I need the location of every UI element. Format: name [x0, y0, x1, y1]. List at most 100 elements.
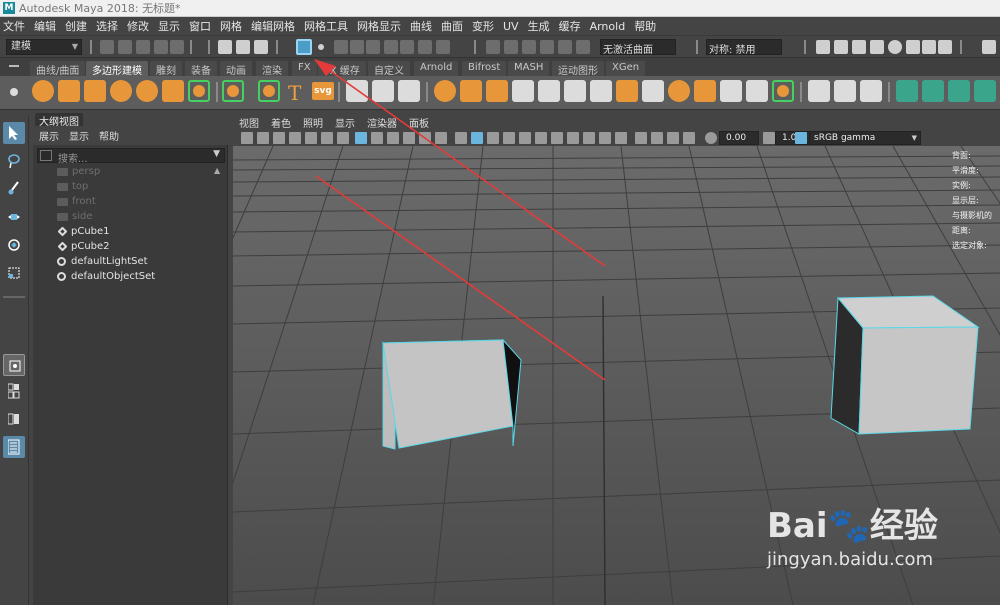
automatic-map-icon[interactable]	[974, 80, 996, 102]
quad-draw-icon[interactable]	[772, 80, 794, 102]
poly-torus-icon[interactable]	[136, 80, 158, 102]
outliner-scrollbar[interactable]: ▲	[214, 166, 222, 596]
cylindrical-map-icon[interactable]	[948, 80, 970, 102]
two-pane-layout-button[interactable]	[3, 408, 25, 430]
outliner-menu-help[interactable]: 帮助	[99, 128, 119, 143]
lasso-tool-button[interactable]	[3, 150, 25, 172]
exposure-field[interactable]: 0.00	[719, 131, 759, 145]
chevron-down-icon[interactable]: ▼	[213, 149, 220, 159]
outliner-menu-show[interactable]: 展示	[39, 128, 59, 143]
snap-to-grid-icon[interactable]	[350, 40, 364, 54]
snap-to-points-icon[interactable]	[296, 39, 312, 55]
make-live-icon[interactable]	[384, 40, 398, 54]
safe-action-icon[interactable]	[419, 132, 431, 144]
outliner-item-top[interactable]: top	[57, 179, 217, 194]
construction-history-icon[interactable]	[504, 40, 518, 54]
menu-file[interactable]: 文件	[3, 18, 25, 34]
outliner-item-front[interactable]: front	[57, 194, 217, 209]
history-icon[interactable]	[486, 40, 500, 54]
shelf-menu-icon[interactable]	[9, 65, 19, 67]
shelf-tab-motion-graphics[interactable]: 运动图形	[552, 61, 604, 77]
xray-joints-icon[interactable]	[667, 132, 679, 144]
film-gate-icon[interactable]	[355, 132, 367, 144]
scale-tool-button[interactable]	[3, 262, 25, 284]
viewport-menu-shading[interactable]: 着色	[271, 115, 291, 130]
relax-icon[interactable]	[860, 80, 882, 102]
exposure-icon[interactable]	[705, 132, 717, 144]
snap-to-curves-icon[interactable]	[334, 40, 348, 54]
menu-uv[interactable]: UV	[503, 20, 519, 33]
wireframe-icon[interactable]	[455, 132, 467, 144]
undo-icon[interactable]	[154, 40, 168, 54]
grease-pencil-icon[interactable]	[321, 132, 333, 144]
pause-icon[interactable]	[938, 40, 952, 54]
gate-mask-icon[interactable]	[387, 132, 399, 144]
outliner-item-persp[interactable]: persp	[57, 164, 217, 179]
textured-icon[interactable]	[519, 132, 531, 144]
paint-select-tool-button[interactable]	[3, 178, 25, 200]
camera-select-icon[interactable]	[241, 132, 253, 144]
open-scene-icon[interactable]	[118, 40, 132, 54]
select-component-icon[interactable]	[254, 40, 268, 54]
poly-plane-icon[interactable]	[162, 80, 184, 102]
viewport-menu-lighting[interactable]: 照明	[303, 115, 323, 130]
connect-icon[interactable]	[746, 80, 768, 102]
xray-components-icon[interactable]	[683, 132, 695, 144]
motion-blur-icon[interactable]	[583, 132, 595, 144]
shelf-tab-xgen[interactable]: XGen	[606, 61, 646, 76]
fill-hole-icon[interactable]	[642, 80, 664, 102]
user-account-icon[interactable]	[982, 40, 996, 54]
pcube2-mesh[interactable]	[830, 295, 980, 435]
menu-help[interactable]: 帮助	[634, 18, 656, 34]
view-transform-icon[interactable]	[795, 132, 807, 144]
poke-icon[interactable]	[694, 80, 716, 102]
save-scene-icon[interactable]	[136, 40, 150, 54]
merge-vertices-icon[interactable]	[398, 80, 420, 102]
live-surface-field[interactable]: 无激活曲面	[600, 39, 676, 56]
use-all-lights-icon[interactable]	[535, 132, 547, 144]
snap-to-view-plane-icon[interactable]	[366, 40, 380, 54]
select-object-icon[interactable]	[236, 40, 250, 54]
xray-icon[interactable]	[651, 132, 663, 144]
menu-curves[interactable]: 曲线	[410, 18, 432, 34]
shelf-tab-custom[interactable]: 自定义	[368, 61, 410, 77]
2d-pan-zoom-icon[interactable]	[305, 132, 317, 144]
viewport-menu-view[interactable]: 视图	[239, 115, 259, 130]
menu-edit[interactable]: 编辑	[34, 18, 56, 34]
isolate-select-icon[interactable]	[635, 132, 647, 144]
poly-sphere-icon[interactable]	[32, 80, 54, 102]
new-scene-icon[interactable]	[100, 40, 114, 54]
shelf-tab-animation[interactable]: 动画	[220, 61, 252, 77]
single-pane-layout-button[interactable]	[3, 354, 25, 376]
bevel-icon[interactable]	[538, 80, 560, 102]
ipr-render-icon[interactable]	[540, 40, 554, 54]
search-filter-icon[interactable]	[40, 150, 52, 161]
menu-edit-mesh[interactable]: 编辑网格	[251, 18, 295, 34]
rotate-tool-button[interactable]	[3, 234, 25, 256]
outliner-item-side[interactable]: side	[57, 209, 217, 224]
shadows-icon[interactable]	[551, 132, 563, 144]
menu-mesh[interactable]: 网格	[220, 18, 242, 34]
menu-surfaces[interactable]: 曲面	[441, 18, 463, 34]
combine-icon[interactable]	[346, 80, 368, 102]
platonic-solid-icon[interactable]	[222, 80, 244, 102]
menu-select[interactable]: 选择	[96, 18, 118, 34]
render-current-frame-icon[interactable]	[834, 40, 848, 54]
shelf-tab-fx[interactable]: FX	[292, 61, 317, 76]
insert-edge-loop-icon[interactable]	[564, 80, 586, 102]
outliner-layout-button[interactable]	[3, 436, 25, 458]
shelf-tab-arnold[interactable]: Arnold	[414, 61, 459, 76]
menu-mesh-tools[interactable]: 网格工具	[304, 18, 348, 34]
mirror-icon[interactable]	[460, 80, 482, 102]
menu-deform[interactable]: 变形	[472, 18, 494, 34]
render-view-icon[interactable]	[816, 40, 830, 54]
ipr-icon[interactable]	[852, 40, 866, 54]
outliner-search-input[interactable]: 搜索... ▼	[37, 148, 225, 165]
selection-mask-icon[interactable]	[318, 44, 324, 50]
wireframe-on-shaded-icon[interactable]	[503, 132, 515, 144]
viewport-menu-panels[interactable]: 面板	[409, 115, 429, 130]
menu-modify[interactable]: 修改	[127, 18, 149, 34]
shelf-tab-mash[interactable]: MASH	[508, 61, 550, 76]
shelf-tab-curves-surfaces[interactable]: 曲线/曲面	[30, 61, 86, 77]
poly-cone-icon[interactable]	[110, 80, 132, 102]
